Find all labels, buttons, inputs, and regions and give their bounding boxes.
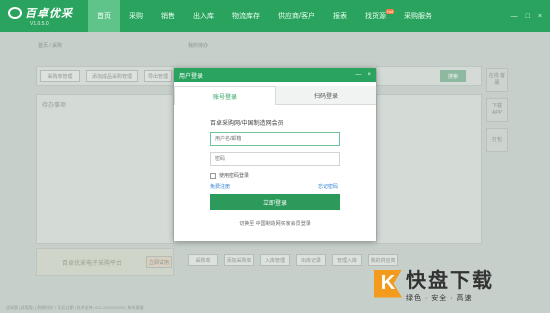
nav-item-reports[interactable]: 报表 [324, 0, 356, 32]
dialog-header: 用户登录 — × [174, 68, 376, 82]
watermark-brand: 快盘下载 [406, 270, 494, 292]
login-heading: 百卓采购网/中国制造网会员 [210, 121, 284, 127]
register-link[interactable]: 免费注册 [210, 183, 230, 190]
nav-item-service[interactable]: 采购服务 [395, 0, 441, 32]
nav-item-home[interactable]: 首页 [88, 0, 120, 32]
todo-title: 待办事项 [42, 103, 67, 109]
app-logo: 百卓优采 V1.0.5.0 [0, 0, 88, 32]
nav-label: 物流库存 [232, 13, 260, 20]
watermark: K 快盘下载 绿色 · 安全 · 高速 [374, 264, 494, 303]
nav-label: 找货源 [364, 13, 386, 20]
app-header: 百卓优采 V1.0.5.0 首页 采购 销售 出入库 物流库存 供应商/客户 报… [0, 0, 550, 32]
promo-button[interactable]: 立即试用 [146, 256, 172, 268]
remember-option[interactable]: 使用密码登录 [210, 172, 249, 179]
export-button[interactable]: 导出管理 [144, 70, 172, 82]
nav-label: 报表 [332, 13, 347, 20]
breadcrumb: 首页 / 采购 [38, 43, 63, 49]
main-nav: 首页 采购 销售 出入库 物流库存 供应商/客户 报表 找货源 hot 采购服务 [88, 0, 511, 32]
bottom-link-1[interactable]: 添加采购单 [224, 254, 254, 266]
maximize-icon[interactable]: □ [526, 13, 530, 20]
app-name: 百卓优采 [25, 8, 73, 20]
nav-item-suppliers[interactable]: 供应商/客户 [269, 0, 324, 32]
remember-label: 使用密码登录 [219, 173, 250, 179]
dialog-minimize-icon[interactable]: — [355, 72, 361, 78]
promo-text: 百卓优采电子采购平台 [62, 261, 123, 267]
login-dialog: 用户登录 — × 账号登录 扫码登录 百卓采购网/中国制造网会员 使用密码登录 … [174, 68, 376, 241]
remember-checkbox[interactable] [210, 172, 216, 179]
online-service-tile[interactable]: 在线 客服 [486, 68, 508, 92]
hot-badge: hot [386, 9, 394, 14]
nav-label: 首页 [97, 13, 111, 20]
pack-tile[interactable]: 打包 [486, 128, 508, 152]
download-app-tile[interactable]: 下载 APP [486, 98, 508, 122]
nav-item-stock[interactable]: 物流库存 [223, 0, 269, 32]
logo-icon [8, 7, 22, 19]
login-tabs: 账号登录 扫码登录 [174, 86, 376, 105]
nav-item-sales[interactable]: 销售 [152, 0, 184, 32]
right-panel [376, 94, 482, 244]
add-purchase-button[interactable]: 添加成品采购管理 [86, 70, 138, 82]
login-button[interactable]: 立即登录 [210, 194, 340, 210]
nav-item-sourcing[interactable]: 找货源 hot [356, 0, 395, 32]
username-input[interactable] [210, 132, 340, 146]
search-panel [376, 66, 482, 86]
dialog-close-icon[interactable]: × [367, 72, 371, 78]
status-footer: 优采版 (试用版) | 到期时间 7 天后过期 | 技术支持: 021-XXXX… [6, 304, 144, 310]
tab-qr-login[interactable]: 扫码登录 [276, 86, 376, 105]
bottom-link-4[interactable]: 管理入库 [332, 254, 362, 266]
search-button[interactable]: 搜索 [440, 70, 466, 82]
nav-label: 出入库 [193, 13, 214, 20]
purchase-order-button[interactable]: 采购单管理 [40, 70, 80, 82]
dialog-title: 用户登录 [179, 73, 204, 80]
bottom-link-0[interactable]: 采购单 [188, 254, 218, 266]
minimize-icon[interactable]: — [511, 13, 518, 20]
window-controls: — □ × [511, 0, 550, 32]
nav-label: 销售 [161, 13, 175, 20]
nav-item-inout[interactable]: 出入库 [184, 0, 223, 32]
nav-label: 采购 [129, 13, 143, 20]
todo-panel [36, 94, 174, 244]
nav-label: 供应商/客户 [278, 13, 315, 20]
password-input[interactable] [210, 152, 340, 166]
switch-login-link[interactable]: 切换至 中国制造网买家会员登录 [174, 220, 376, 227]
tab-account-login[interactable]: 账号登录 [174, 86, 276, 105]
bottom-link-2[interactable]: 入库管理 [260, 254, 290, 266]
app-version: V1.0.5.0 [30, 21, 49, 27]
watermark-logo-icon: K [374, 269, 402, 298]
breadcrumb-right: 我的待办 [188, 43, 209, 49]
close-icon[interactable]: × [538, 13, 542, 20]
bottom-link-3[interactable]: 出库记录 [296, 254, 326, 266]
watermark-tagline: 绿色 · 安全 · 高速 [406, 295, 473, 302]
forgot-password-link[interactable]: 忘记密码 [318, 183, 338, 190]
nav-item-purchase[interactable]: 采购 [120, 0, 152, 32]
nav-label: 采购服务 [403, 13, 432, 20]
